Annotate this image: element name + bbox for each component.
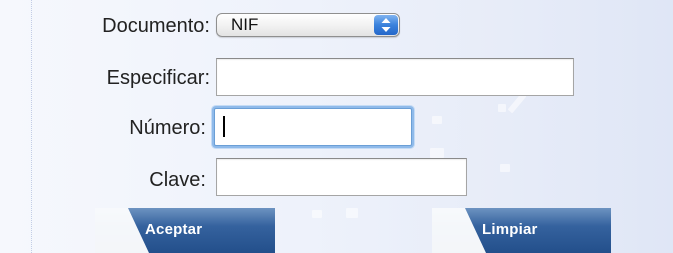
clear-button[interactable]: Limpiar xyxy=(432,208,611,253)
login-form-panel: Documento: NIF Especificar: Número: Clav… xyxy=(0,0,673,253)
key-input[interactable] xyxy=(216,158,467,196)
background-decoration xyxy=(432,116,442,124)
background-decoration xyxy=(498,104,506,112)
specify-label: Especificar: xyxy=(106,67,210,89)
text-cursor xyxy=(223,116,225,137)
background-decoration xyxy=(500,164,510,172)
background-decoration xyxy=(430,148,444,158)
background-decoration xyxy=(346,208,358,218)
number-input[interactable] xyxy=(214,108,412,146)
clear-button-label: Limpiar xyxy=(482,221,538,238)
key-label: Clave: xyxy=(149,169,206,191)
background-decoration xyxy=(312,210,322,218)
document-type-select[interactable]: NIF xyxy=(216,13,400,37)
panel-dotted-border xyxy=(31,0,32,253)
specify-input[interactable] xyxy=(216,58,574,96)
document-type-label: Documento: xyxy=(102,15,210,37)
accept-button[interactable]: Aceptar xyxy=(95,208,275,253)
number-label: Número: xyxy=(129,117,206,139)
accept-button-label: Aceptar xyxy=(145,221,203,238)
up-down-arrows-icon[interactable] xyxy=(374,15,398,35)
document-type-selected-value: NIF xyxy=(231,15,259,34)
